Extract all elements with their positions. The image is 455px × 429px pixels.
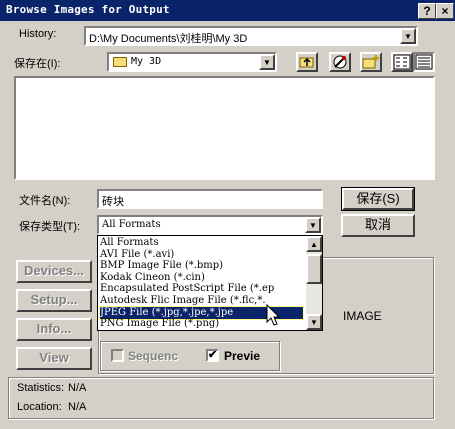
dropdown-item[interactable]: Kodak Cineon (*.cin)	[100, 272, 303, 284]
desktop-icon[interactable]	[329, 52, 351, 72]
list-view-icon[interactable]	[391, 52, 413, 72]
window-title: Browse Images for Output	[6, 3, 170, 16]
dropdown-item[interactable]: Encapsulated PostScript File (*.ep	[100, 283, 303, 295]
title-bar: Browse Images for Output ? ×	[0, 0, 455, 21]
filename-label: 文件名(N):	[19, 195, 71, 207]
preview-placeholder: IMAGE	[343, 309, 382, 323]
history-label: History:	[19, 28, 57, 40]
up-folder-icon[interactable]	[296, 52, 318, 72]
filename-input[interactable]: 砖块	[97, 189, 323, 209]
history-dropdown-arrow-icon[interactable]: ▼	[400, 28, 416, 44]
folder-icon	[113, 57, 127, 67]
details-view-icon[interactable]	[413, 52, 435, 72]
preview-checkbox[interactable]: ✔	[206, 349, 219, 362]
save-button-face: 保存(S)	[342, 188, 414, 210]
history-value: D:\My Documents\刘桂明\My 3D	[89, 33, 248, 45]
statistics-label: Statistics:	[17, 382, 65, 394]
preview-label: Previe	[224, 349, 261, 363]
view-button[interactable]: View	[16, 347, 92, 370]
new-folder-icon[interactable]	[360, 52, 382, 72]
dropdown-scrollbar[interactable]: ▲ ▼	[306, 236, 322, 330]
filetype-label: 保存类型(T):	[19, 221, 81, 233]
location-value: N/A	[68, 401, 87, 413]
dropdown-item[interactable]: AVI File (*.avi)	[100, 249, 303, 261]
filetype-dropdown-list[interactable]: All Formats AVI File (*.avi) BMP Image Fil…	[97, 235, 323, 331]
sequence-checkbox[interactable]	[111, 349, 124, 362]
dropdown-item[interactable]: All Formats	[100, 237, 303, 249]
location-label: Location:	[17, 401, 62, 413]
file-list[interactable]	[14, 76, 435, 180]
save-button[interactable]: 保存(S)	[341, 187, 415, 211]
check-icon: ✔	[208, 349, 218, 361]
devices-button[interactable]: Devices...	[16, 260, 92, 283]
save-in-combo[interactable]: My 3D ▼	[107, 52, 277, 72]
help-button[interactable]: ?	[418, 3, 436, 19]
save-in-label: 保存在(I):	[14, 58, 61, 70]
scroll-thumb[interactable]	[306, 254, 322, 284]
history-combo[interactable]: D:\My Documents\刘桂明\My 3D ▼	[84, 26, 418, 46]
scroll-down-arrow-icon[interactable]: ▼	[306, 314, 322, 330]
save-in-dropdown-arrow-icon[interactable]: ▼	[259, 54, 275, 70]
cancel-button[interactable]: 取消	[341, 214, 415, 237]
filename-value: 砖块	[102, 196, 124, 208]
filetype-combo[interactable]: All Formats ▼	[97, 215, 323, 235]
close-button[interactable]: ×	[436, 3, 454, 19]
setup-button[interactable]: Setup...	[16, 289, 92, 312]
filetype-dropdown-arrow-icon[interactable]: ▼	[305, 217, 321, 233]
sequence-label: Sequenc	[128, 349, 179, 363]
info-button[interactable]: Info...	[16, 318, 92, 341]
statistics-value: N/A	[68, 382, 87, 394]
save-in-value: My 3D	[131, 56, 162, 67]
scroll-up-arrow-icon[interactable]: ▲	[306, 236, 322, 252]
mouse-cursor-icon	[266, 304, 281, 326]
dropdown-item[interactable]: BMP Image File (*.bmp)	[100, 260, 303, 272]
filetype-value: All Formats	[102, 219, 161, 230]
